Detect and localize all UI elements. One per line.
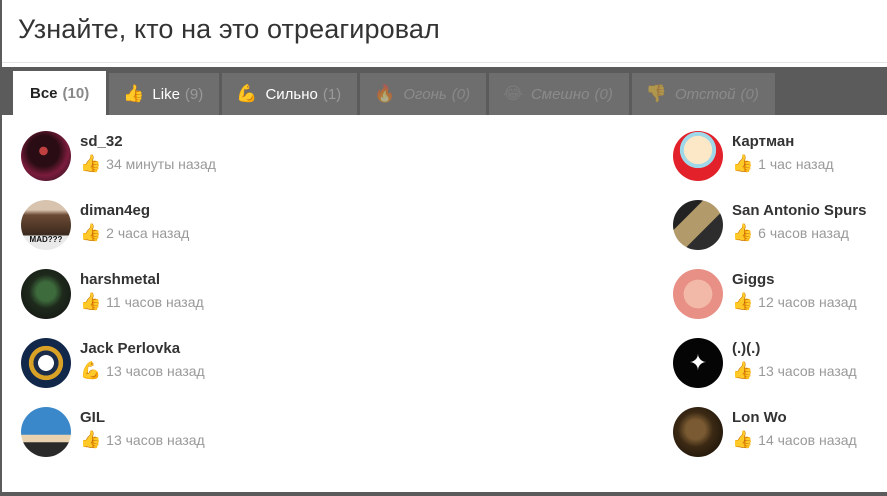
thumbs-up-icon: 👍 [80,292,102,311]
tab-like[interactable]: 👍 Like (9) [109,73,220,115]
reaction-time: 2 часа назад [106,225,190,241]
avatar[interactable]: MAD??? [21,200,71,250]
tab-label: Огонь [403,85,447,103]
tab-funny[interactable]: 😂 Смешно (0) [489,73,629,115]
user-name[interactable]: Lon Wo [732,409,857,427]
user-name[interactable]: harshmetal [80,271,204,289]
reaction-time: 13 часов назад [106,363,205,379]
dialog-title: Узнайте, кто на это отреагировал [18,14,440,44]
user-name[interactable]: San Antonio Spurs [732,202,866,220]
list-item[interactable]: Картман 👍 1 час назад [673,115,883,181]
tab-count: (0) [451,85,471,103]
fire-icon: 🔥 [374,84,396,103]
tab-all[interactable]: Все (10) [13,71,107,115]
thumbs-up-icon: 👍 [80,430,102,449]
avatar[interactable] [21,131,71,181]
reaction-time: 14 часов назад [758,432,857,448]
avatar[interactable] [21,269,71,319]
list-item[interactable]: Lon Wo 👍 14 часов назад [673,391,883,457]
tab-label: Like [152,85,180,103]
tab-strong[interactable]: 💪 Сильно (1) [222,73,358,115]
thumbs-up-icon: 👍 [80,154,102,173]
user-name[interactable]: GIL [80,409,205,427]
tab-sucks[interactable]: 👎 Отстой (0) [631,73,775,115]
user-name[interactable]: (.)(.) [732,340,857,358]
list-item[interactable]: sd_32 👍 34 минуты назад [21,115,231,181]
reactions-dialog: Узнайте, кто на это отреагировал Все (10… [0,0,887,492]
thumbs-down-icon: 👎 [645,84,667,103]
reaction-time: 34 минуты назад [106,156,216,172]
list-item[interactable]: GIL 👍 13 часов назад [21,391,231,457]
thumbs-up-icon: 👍 [732,154,754,173]
avatar[interactable] [21,407,71,457]
reaction-tabs: Все (10) 👍 Like (9) 💪 Сильно (1) 🔥 Огонь… [2,67,887,115]
thumbs-up-icon: 👍 [123,84,145,103]
jumpman-logo-icon: ✦ [688,350,708,375]
reaction-time: 1 час назад [758,156,834,172]
flexed-biceps-icon: 💪 [80,361,102,380]
list-item[interactable]: Giggs 👍 12 часов назад [673,253,883,319]
thumbs-up-icon: 👍 [732,223,754,242]
reaction-time: 13 часов назад [106,432,205,448]
thumbs-up-icon: 👍 [732,430,754,449]
dialog-header: Узнайте, кто на это отреагировал [2,0,887,63]
reaction-time: 13 часов назад [758,363,857,379]
avatar-caption: MAD??? [29,235,63,244]
backdrop-strip [0,492,887,496]
avatar[interactable] [673,200,723,250]
tab-count: (0) [594,85,613,103]
user-name[interactable]: Giggs [732,271,857,289]
user-name[interactable]: diman4eg [80,202,189,220]
tab-count: (0) [740,85,759,103]
tab-label: Смешно [530,85,590,103]
laughing-face-icon: 😂 [503,84,523,103]
avatar[interactable] [673,407,723,457]
tab-count: (10) [62,84,90,102]
tab-label: Сильно [265,85,318,103]
tab-fire[interactable]: 🔥 Огонь (0) [360,73,487,115]
thumbs-up-icon: 👍 [80,223,102,242]
thumbs-up-icon: 👍 [732,292,754,311]
list-item[interactable]: ✦ (.)(.) 👍 13 часов назад [673,322,883,388]
reaction-time: 6 часов назад [758,225,849,241]
avatar[interactable]: ✦ [673,338,723,388]
list-item[interactable]: MAD??? diman4eg 👍 2 часа назад [21,184,231,250]
tab-label: Отстой [675,85,736,103]
reaction-time: 11 часов назад [106,294,204,310]
tab-label: Все [30,84,58,102]
reaction-time: 12 часов назад [758,294,857,310]
user-name[interactable]: sd_32 [80,133,216,151]
avatar[interactable] [673,131,723,181]
tab-count: (9) [184,85,204,103]
flexed-biceps-icon: 💪 [236,84,258,103]
tab-count: (1) [322,85,342,103]
avatar[interactable] [21,338,71,388]
list-item[interactable]: San Antonio Spurs 👍 6 часов назад [673,184,883,250]
list-item[interactable]: harshmetal 👍 11 часов назад [21,253,231,319]
user-name[interactable]: Картман [732,133,834,151]
list-item[interactable]: Jack Perlovka 💪 13 часов назад [21,322,231,388]
avatar[interactable] [673,269,723,319]
thumbs-up-icon: 👍 [732,361,754,380]
user-name[interactable]: Jack Perlovka [80,340,205,358]
